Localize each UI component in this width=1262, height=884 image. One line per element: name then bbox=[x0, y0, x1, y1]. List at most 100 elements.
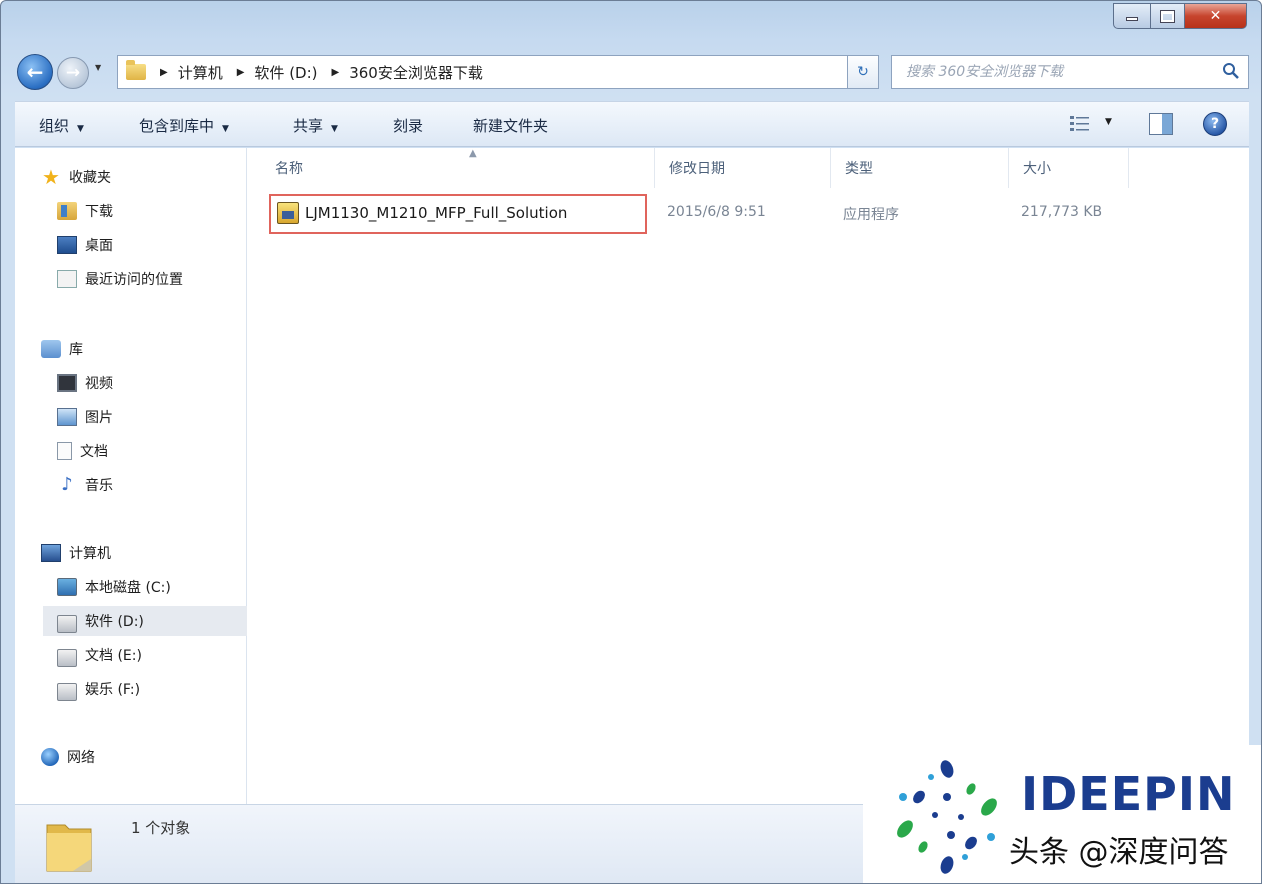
sidebar-item-label: 图片 bbox=[85, 410, 113, 426]
file-list-pane[interactable]: 名称 ▲ 修改日期 类型 大小 LJM1130_M1210_MFP_Full_S… bbox=[247, 148, 1249, 804]
back-button[interactable]: ← bbox=[17, 54, 53, 90]
sidebar-item-network[interactable]: 网络 bbox=[41, 742, 95, 772]
column-header-label: 名称 bbox=[275, 161, 303, 177]
star-icon: ★ bbox=[42, 165, 60, 189]
organize-button[interactable]: 组织 ▼ bbox=[39, 115, 84, 136]
sidebar-item-pictures[interactable]: 图片 bbox=[57, 402, 113, 432]
maximize-icon bbox=[1160, 9, 1175, 23]
ideepin-logo-icon bbox=[897, 760, 997, 874]
burn-button[interactable]: 刻录 bbox=[393, 115, 423, 136]
sidebar-item-libraries[interactable]: 库 bbox=[41, 334, 83, 364]
column-header-label: 类型 bbox=[845, 161, 873, 177]
file-modified: 2015/6/8 9:51 bbox=[667, 204, 766, 220]
sidebar-item-drive-f[interactable]: 娱乐 (F:) bbox=[57, 674, 140, 704]
view-options-icon[interactable] bbox=[1069, 114, 1091, 134]
share-button[interactable]: 共享 ▼ bbox=[293, 115, 338, 136]
address-bar[interactable]: ▶ 计算机 ▶ 软件 (D:) ▶ 360安全浏览器下载 ▼ bbox=[117, 55, 869, 89]
sidebar-item-label: 视频 bbox=[85, 376, 113, 392]
minimize-icon bbox=[1126, 17, 1138, 21]
window-controls: ✕ bbox=[1113, 3, 1247, 29]
folder-icon bbox=[126, 60, 146, 80]
sidebar-item-label: 文档 bbox=[80, 444, 108, 460]
forward-button[interactable]: → bbox=[57, 57, 89, 89]
downloads-folder-icon bbox=[57, 202, 77, 220]
search-box[interactable] bbox=[891, 55, 1249, 89]
chevron-down-icon: ▼ bbox=[331, 124, 338, 134]
drive-icon bbox=[57, 615, 77, 633]
preview-pane-icon[interactable] bbox=[1149, 113, 1173, 135]
new-folder-button[interactable]: 新建文件夹 bbox=[473, 115, 548, 136]
file-row[interactable]: LJM1130_M1210_MFP_Full_Solution 2015/6/8… bbox=[269, 194, 1169, 234]
column-header-size[interactable]: 大小 bbox=[1009, 148, 1129, 188]
sidebar-item-documents[interactable]: 文档 bbox=[57, 436, 108, 466]
brand-logo-text: IDEEPIN bbox=[1021, 767, 1236, 821]
search-icon[interactable] bbox=[1222, 62, 1240, 80]
sidebar-item-label: 桌面 bbox=[85, 238, 113, 254]
sidebar-item-label: 下载 bbox=[85, 204, 113, 220]
folder-icon bbox=[46, 824, 92, 872]
video-icon bbox=[57, 374, 77, 392]
recent-places-icon bbox=[57, 270, 77, 288]
chevron-right-icon[interactable]: ▶ bbox=[160, 67, 168, 78]
sidebar-item-favorites[interactable]: ★ 收藏夹 bbox=[41, 162, 111, 192]
file-name[interactable]: LJM1130_M1210_MFP_Full_Solution bbox=[305, 204, 567, 222]
sidebar-item-videos[interactable]: 视频 bbox=[57, 368, 113, 398]
sidebar-item-computer[interactable]: 计算机 bbox=[41, 538, 111, 568]
computer-icon bbox=[41, 544, 61, 562]
file-size: 217,773 KB bbox=[1021, 204, 1103, 220]
sidebar-item-label: 娱乐 (F:) bbox=[85, 682, 141, 698]
column-header-name[interactable]: 名称 ▲ bbox=[261, 148, 655, 188]
system-drive-icon bbox=[57, 578, 77, 596]
refresh-icon: ↻ bbox=[857, 64, 869, 80]
sidebar-item-label: 文档 (E:) bbox=[85, 648, 142, 664]
sidebar-item-drive-e[interactable]: 文档 (E:) bbox=[57, 640, 142, 670]
file-type: 应用程序 bbox=[843, 207, 899, 223]
maximize-button[interactable] bbox=[1151, 3, 1185, 29]
view-dropdown-icon[interactable]: ▼ bbox=[1105, 117, 1112, 127]
sidebar-item-downloads[interactable]: 下载 bbox=[57, 196, 113, 226]
sidebar-item-label: 库 bbox=[69, 342, 83, 358]
sidebar-item-label: 最近访问的位置 bbox=[85, 272, 183, 288]
close-button[interactable]: ✕ bbox=[1185, 3, 1247, 29]
sort-ascending-icon: ▲ bbox=[469, 148, 477, 159]
minimize-button[interactable] bbox=[1113, 3, 1151, 29]
sidebar-item-label: 网络 bbox=[67, 750, 95, 766]
drive-icon bbox=[57, 683, 77, 701]
sidebar-item-drive-c[interactable]: 本地磁盘 (C:) bbox=[57, 572, 171, 602]
breadcrumb-computer[interactable]: 计算机 bbox=[178, 62, 223, 83]
picture-icon bbox=[57, 408, 77, 426]
item-count: 1 个对象 bbox=[131, 819, 191, 837]
command-bar: 组织 ▼ 包含到库中 ▼ 共享 ▼ 刻录 新建文件夹 ▼ ? bbox=[15, 101, 1249, 147]
chevron-right-icon[interactable]: ▶ bbox=[332, 67, 340, 78]
drive-icon bbox=[57, 649, 77, 667]
sidebar-item-label: 计算机 bbox=[69, 546, 111, 562]
sidebar-item-desktop[interactable]: 桌面 bbox=[57, 230, 113, 260]
network-icon bbox=[41, 748, 59, 766]
title-bar[interactable]: ✕ bbox=[1, 1, 1261, 45]
help-icon[interactable]: ? bbox=[1203, 112, 1227, 136]
navigation-pane: ★ 收藏夹 下载 桌面 最近访问的位置 库 视频 图片 文档 ♪ 音乐 计算机 … bbox=[15, 148, 273, 804]
chevron-right-icon[interactable]: ▶ bbox=[237, 67, 245, 78]
arrow-right-icon: → bbox=[65, 63, 81, 83]
breadcrumb-current-folder[interactable]: 360安全浏览器下载 bbox=[349, 62, 483, 83]
sidebar-item-music[interactable]: ♪ 音乐 bbox=[57, 470, 113, 500]
column-header-label: 大小 bbox=[1023, 161, 1051, 177]
sidebar-item-label: 本地磁盘 (C:) bbox=[85, 580, 171, 596]
desktop-icon bbox=[57, 236, 77, 254]
refresh-button[interactable]: ↻ bbox=[847, 55, 879, 89]
organize-label: 组织 bbox=[39, 117, 70, 135]
watermark-caption: 头条 @深度问答 bbox=[1009, 835, 1229, 870]
column-header-modified[interactable]: 修改日期 bbox=[655, 148, 831, 188]
sidebar-item-label: 软件 (D:) bbox=[85, 614, 144, 630]
libraries-icon bbox=[41, 340, 61, 358]
recent-pages-dropdown[interactable]: ▼ bbox=[95, 63, 101, 72]
column-header-type[interactable]: 类型 bbox=[831, 148, 1009, 188]
close-icon: ✕ bbox=[1209, 8, 1222, 24]
music-note-icon: ♪ bbox=[61, 474, 73, 495]
breadcrumb-drive-d[interactable]: 软件 (D:) bbox=[254, 62, 317, 83]
sidebar-item-drive-d[interactable]: 软件 (D:) bbox=[43, 606, 273, 636]
address-row: ← → ▼ ▶ 计算机 ▶ 软件 (D:) ▶ 360安全浏览器下载 ▼ ↻ bbox=[15, 51, 1249, 95]
include-in-library-button[interactable]: 包含到库中 ▼ bbox=[139, 115, 229, 136]
sidebar-item-recent-places[interactable]: 最近访问的位置 bbox=[57, 264, 183, 294]
search-input[interactable] bbox=[906, 64, 1206, 80]
